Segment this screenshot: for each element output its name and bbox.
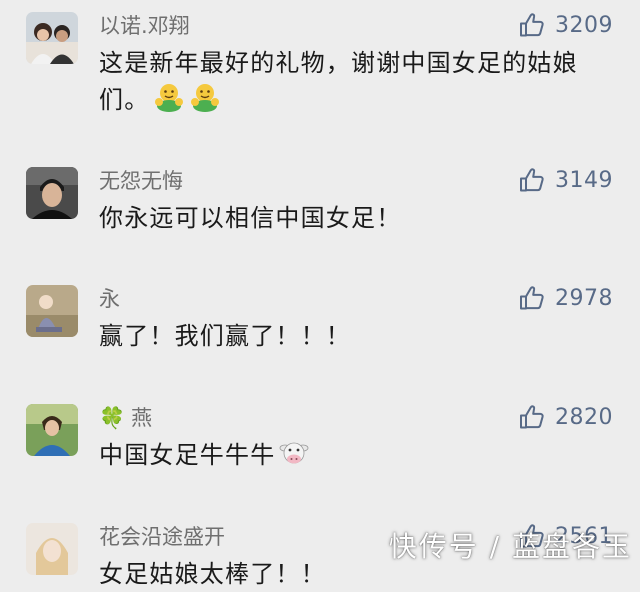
like-button[interactable]: 3209 [518,10,613,40]
like-button[interactable]: 3149 [518,165,613,195]
watermark: 快传号 / 蓝盘各玉 [388,530,632,563]
like-count: 2820 [555,404,613,430]
thumbs-up-icon [520,13,544,37]
username[interactable]: 花会沿途盛开 [99,523,225,551]
thumbs-up-icon [520,168,544,192]
username[interactable]: 以诺.邓翔 [99,12,190,40]
username[interactable]: 永 [99,285,120,313]
thumbs-up-icon [520,405,544,429]
like-button[interactable]: 2978 [518,283,613,313]
comment-text: 中国女足牛牛牛 [99,437,604,478]
username[interactable]: 🍀 燕 [99,404,152,432]
comment-text: 你永远可以相信中国女足！ [99,204,402,232]
avatar[interactable] [26,523,78,575]
comment-text: 这是新年最好的礼物，谢谢中国女足的姑娘们。 [99,45,604,123]
cow-emoji [279,438,309,478]
comment-text: 赢了！我们赢了！！！ [99,322,351,350]
username-text: 燕 [131,406,153,430]
avatar[interactable] [26,285,78,337]
hug-emoji [189,81,221,123]
like-count: 2978 [555,285,613,311]
thumbs-up-icon [520,286,544,310]
avatar[interactable] [26,12,78,64]
username[interactable]: 无怨无悔 [99,167,183,195]
comment-text-body: 中国女足牛牛牛 [99,441,276,469]
hug-emoji [153,81,185,123]
four-leaf-clover-icon: 🍀 [99,406,126,430]
avatar[interactable] [26,404,78,456]
like-button[interactable]: 2820 [518,402,613,432]
avatar[interactable] [26,167,78,219]
like-count: 3209 [555,12,613,38]
like-count: 3149 [555,167,613,193]
